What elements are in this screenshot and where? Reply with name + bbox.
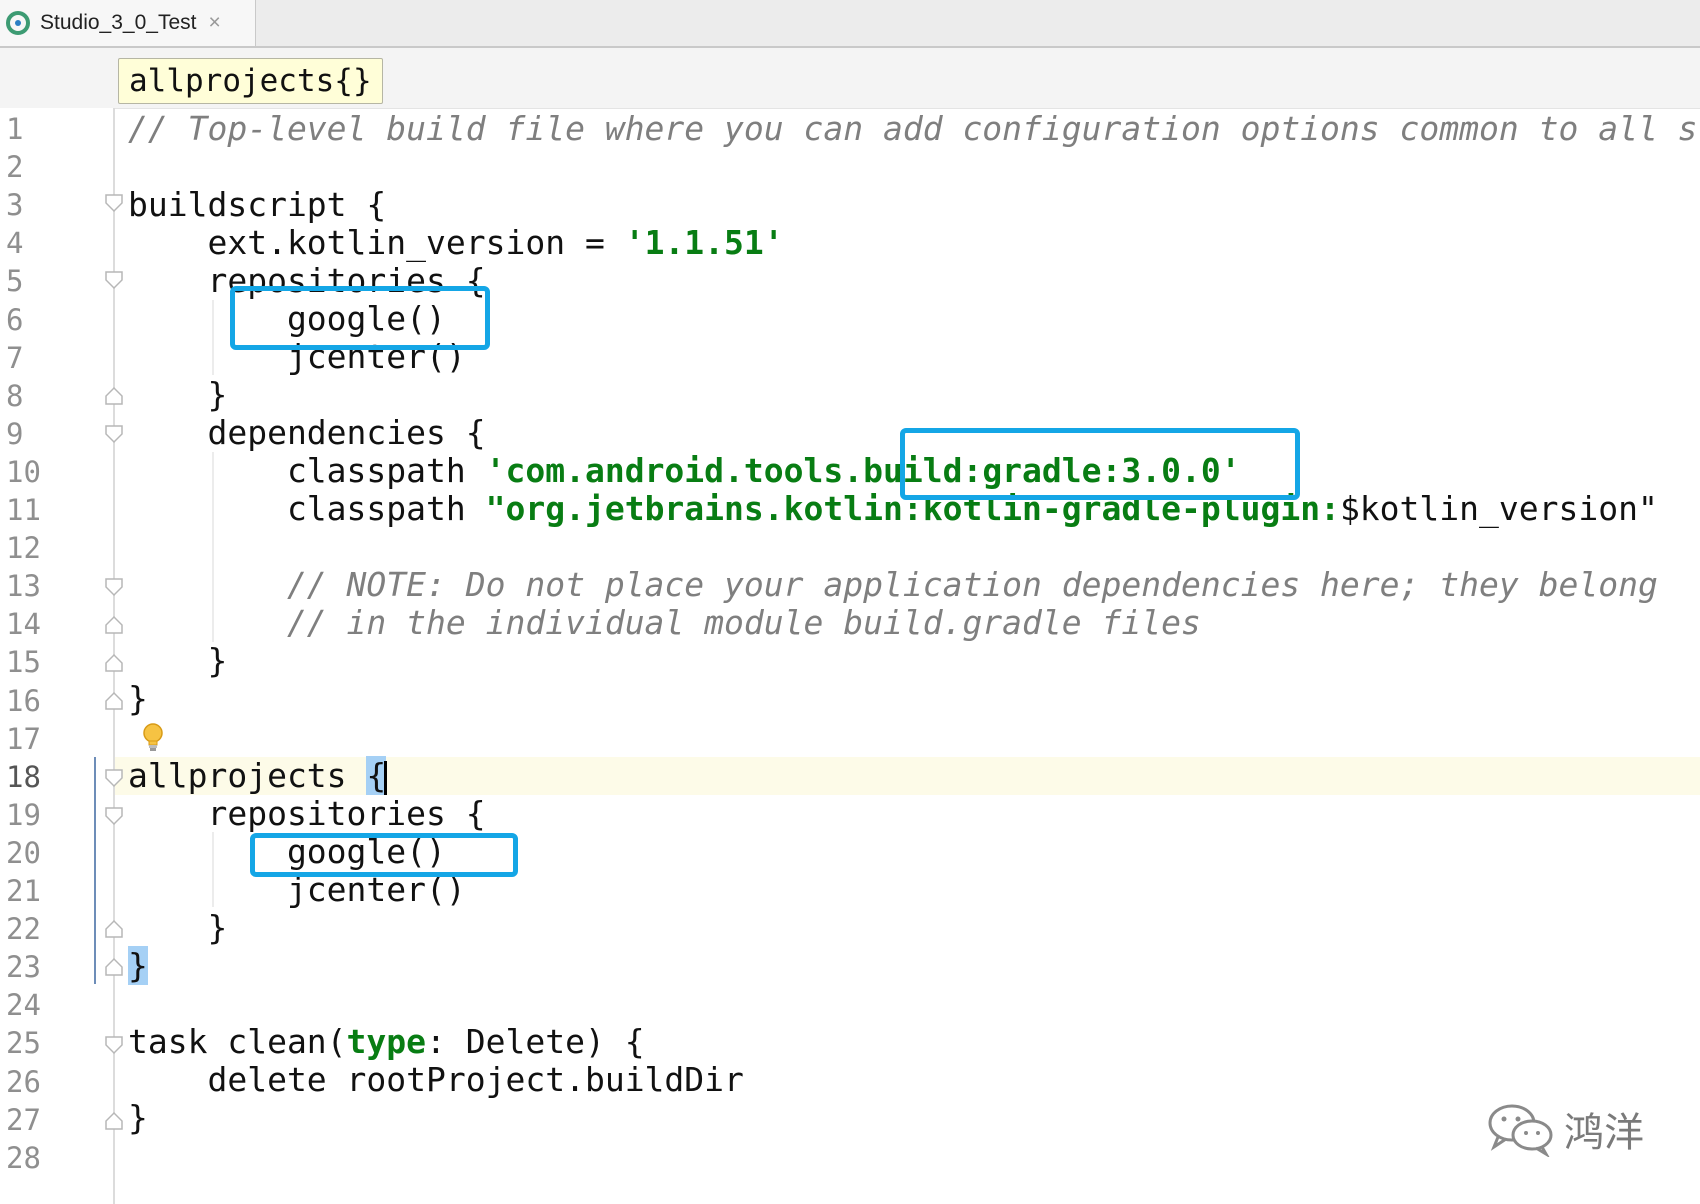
text-caret (384, 760, 388, 795)
line-number[interactable]: 14 (6, 605, 46, 643)
highlight-box-google-buildscript (230, 286, 490, 350)
line-number[interactable]: 6 (6, 301, 46, 339)
code-line-8[interactable]: } (128, 376, 227, 414)
watermark-text: 鸿洋 (1564, 1110, 1644, 1156)
line-number[interactable]: 10 (6, 453, 46, 491)
code-line-15[interactable]: } (128, 642, 227, 680)
line-number[interactable]: 11 (6, 491, 46, 529)
close-icon[interactable]: × (208, 11, 220, 35)
line-number[interactable]: 18 (6, 758, 46, 796)
code-line-25[interactable]: task clean(type: Delete) { (128, 1023, 645, 1061)
code-line-18[interactable]: allprojects { (128, 756, 388, 795)
line-number[interactable]: 4 (6, 224, 46, 262)
code-line-23[interactable]: } (128, 946, 148, 985)
code-line-13[interactable]: // NOTE: Do not place your application d… (128, 566, 1658, 604)
code-text: : Delete) { (426, 1022, 645, 1061)
watermark: 鸿洋 (1486, 1100, 1644, 1158)
code-line-26[interactable]: delete rootProject.buildDir (128, 1061, 743, 1099)
line-number[interactable]: 19 (6, 796, 46, 834)
code-line-11[interactable]: classpath "org.jetbrains.kotlin:kotlin-g… (128, 490, 1658, 528)
code-line-9[interactable]: dependencies { (128, 414, 485, 452)
code-text: ext.kotlin_version = (128, 223, 625, 262)
line-number[interactable]: 5 (6, 262, 46, 300)
highlight-box-google-allprojects (250, 833, 518, 877)
fold-open-icon[interactable] (104, 1035, 124, 1055)
lightbulb-icon[interactable] (142, 723, 164, 753)
fold-close-icon[interactable] (104, 653, 124, 673)
line-number[interactable]: 17 (6, 720, 46, 758)
highlight-box-gradle-version (900, 428, 1300, 500)
line-number[interactable]: 8 (6, 377, 46, 415)
fold-open-icon[interactable] (104, 577, 124, 597)
code-line-16[interactable]: } (128, 680, 148, 718)
code-line-3[interactable]: buildscript { (128, 186, 386, 224)
line-number[interactable]: 26 (6, 1063, 46, 1101)
line-number[interactable]: 24 (6, 986, 46, 1024)
line-number[interactable]: 9 (6, 415, 46, 453)
code-line-14[interactable]: // in the individual module build.gradle… (128, 604, 1201, 642)
line-number[interactable]: 25 (6, 1024, 46, 1062)
string-literal: '1.1.51' (624, 223, 784, 262)
line-number[interactable]: 1 (6, 110, 46, 148)
fold-close-icon[interactable] (104, 691, 124, 711)
editor-tab-bar: Studio_3_0_Test × (0, 0, 1700, 48)
vcs-change-marker[interactable] (94, 757, 96, 984)
fold-open-icon[interactable] (104, 768, 124, 788)
line-number[interactable]: 27 (6, 1101, 46, 1139)
fold-close-icon[interactable] (104, 957, 124, 977)
wechat-icon (1488, 1104, 1553, 1157)
interpolated-variable: $kotlin_version" (1339, 489, 1658, 528)
code-text: classpath (128, 489, 486, 528)
line-number[interactable]: 3 (6, 186, 46, 224)
line-number[interactable]: 16 (6, 682, 46, 720)
code-line-4[interactable]: ext.kotlin_version = '1.1.51' (128, 223, 784, 262)
fold-open-icon[interactable] (104, 424, 124, 444)
line-number[interactable]: 15 (6, 643, 46, 681)
line-number[interactable]: 12 (6, 529, 46, 567)
matched-brace: } (128, 946, 148, 985)
line-number[interactable]: 23 (6, 948, 46, 986)
line-number[interactable]: 28 (6, 1139, 46, 1177)
code-line-19[interactable]: repositories { (128, 795, 485, 833)
fold-open-icon[interactable] (104, 270, 124, 290)
fold-open-icon[interactable] (104, 806, 124, 826)
fold-close-icon[interactable] (104, 615, 124, 635)
code-line-27[interactable]: } (128, 1099, 148, 1137)
file-tab-label: Studio_3_0_Test (40, 11, 197, 34)
line-number[interactable]: 7 (6, 339, 46, 377)
file-tab[interactable]: Studio_3_0_Test × (0, 0, 256, 46)
code-line-22[interactable]: } (128, 909, 227, 947)
code-text: allprojects (128, 756, 367, 795)
fold-close-icon[interactable] (104, 386, 124, 406)
named-argument: type (346, 1022, 427, 1061)
breadcrumb[interactable]: allprojects{} (118, 58, 383, 104)
code-line-1[interactable]: // Top-level build file where you can ad… (128, 110, 1698, 148)
fold-open-icon[interactable] (104, 193, 124, 213)
android-studio-icon (6, 11, 30, 35)
line-number[interactable]: 20 (6, 834, 46, 872)
code-text: task clean( (128, 1022, 347, 1061)
line-number[interactable]: 22 (6, 910, 46, 948)
breadcrumb-bar: allprojects{} (0, 48, 1700, 109)
fold-close-icon[interactable] (104, 919, 124, 939)
line-number[interactable]: 21 (6, 872, 46, 910)
line-number[interactable]: 13 (6, 567, 46, 605)
line-number[interactable]: 2 (6, 148, 46, 186)
code-text: classpath (128, 451, 486, 490)
fold-close-icon[interactable] (104, 1111, 124, 1131)
